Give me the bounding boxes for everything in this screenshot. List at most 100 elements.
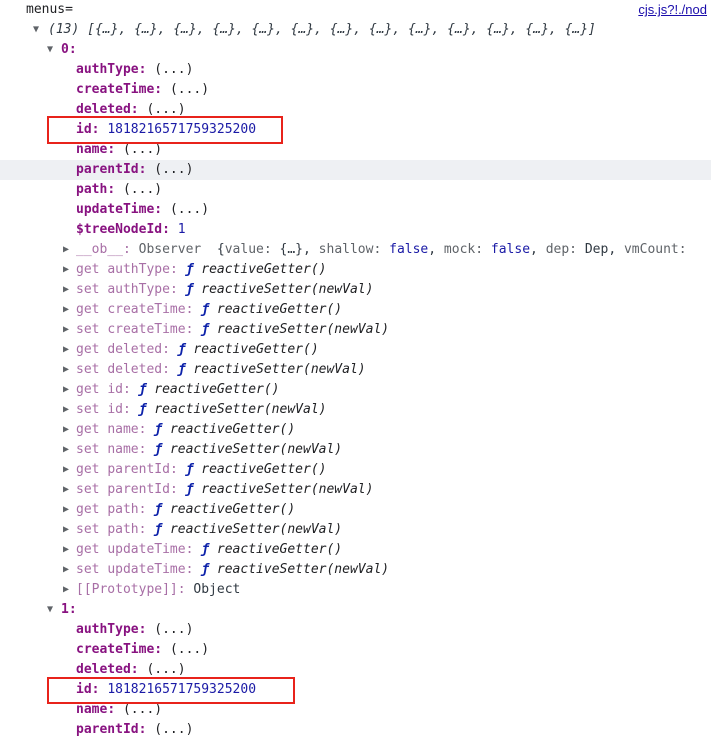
prototype-row[interactable]: ▶ [[Prototype]]: Object xyxy=(0,580,711,600)
property-row-hovered[interactable]: parentId: (...) xyxy=(0,160,711,180)
collapsed-triangle-icon[interactable]: ▶ xyxy=(60,280,72,300)
accessor-function[interactable]: reactiveSetter(newVal) xyxy=(217,562,389,577)
accessor-function[interactable]: reactiveGetter() xyxy=(201,262,326,277)
accessor-function[interactable]: reactiveSetter(newVal) xyxy=(170,522,342,537)
accessor-row[interactable]: ▶ get updateTime: ƒ reactiveGetter() xyxy=(0,540,711,560)
accessor-function[interactable]: reactiveSetter(newVal) xyxy=(201,482,373,497)
accessor-function[interactable]: reactiveGetter() xyxy=(170,422,295,437)
accessor-function[interactable]: reactiveGetter() xyxy=(193,342,318,357)
array-count: (13) xyxy=(48,22,80,37)
accessor-function[interactable]: reactiveSetter(newVal) xyxy=(154,402,326,417)
function-icon: ƒ xyxy=(138,402,147,417)
property-row[interactable]: path: (...) xyxy=(0,180,711,200)
accessor-row[interactable]: ▶ set authType: ƒ reactiveSetter(newVal) xyxy=(0,280,711,300)
function-icon: ƒ xyxy=(177,362,186,377)
collapsed-triangle-icon[interactable]: ▶ xyxy=(60,520,72,540)
collapsed-triangle-icon[interactable]: ▶ xyxy=(60,380,72,400)
function-icon: ƒ xyxy=(185,282,194,297)
observer-type: Observer xyxy=(138,242,202,257)
function-icon: ƒ xyxy=(201,302,210,317)
array-summary-row[interactable]: ▼ (13) [{…}, {…}, {…}, {…}, {…}, {…}, {…… xyxy=(0,20,711,40)
collapsed-triangle-icon[interactable]: ▶ xyxy=(60,420,72,440)
accessor-row[interactable]: ▶ get parentId: ƒ reactiveGetter() xyxy=(0,460,711,480)
property-row[interactable]: authType: (...) xyxy=(0,620,711,640)
accessor-row[interactable]: ▶ get path: ƒ reactiveGetter() xyxy=(0,500,711,520)
collapsed-triangle-icon[interactable]: ▶ xyxy=(60,440,72,460)
property-row[interactable]: authType: (...) xyxy=(0,60,711,80)
collapsed-triangle-icon[interactable]: ▶ xyxy=(60,320,72,340)
lazy-value[interactable]: (...) xyxy=(146,102,185,117)
property-key: name xyxy=(76,702,108,717)
accessor-function[interactable]: reactiveGetter() xyxy=(170,502,295,517)
lazy-value[interactable]: (...) xyxy=(146,662,185,677)
accessor-function[interactable]: reactiveGetter() xyxy=(217,302,342,317)
property-key: updateTime xyxy=(76,202,155,217)
lazy-value[interactable]: (...) xyxy=(154,622,193,637)
accessor-row[interactable]: ▶ get authType: ƒ reactiveGetter() xyxy=(0,260,711,280)
accessor-function[interactable]: reactiveGetter() xyxy=(201,462,326,477)
accessor-row[interactable]: ▶ set updateTime: ƒ reactiveSetter(newVal… xyxy=(0,560,711,580)
property-row[interactable]: updateTime: (...) xyxy=(0,200,711,220)
highlight-box xyxy=(47,116,283,144)
lazy-value[interactable]: (...) xyxy=(154,62,193,77)
property-row[interactable]: createTime: (...) xyxy=(0,80,711,100)
collapsed-triangle-icon[interactable]: ▶ xyxy=(60,560,72,580)
lazy-value[interactable]: (...) xyxy=(170,82,209,97)
collapsed-triangle-icon[interactable]: ▶ xyxy=(60,540,72,560)
accessor-row[interactable]: ▶ set parentId: ƒ reactiveSetter(newVal) xyxy=(0,480,711,500)
lazy-value[interactable]: (...) xyxy=(170,642,209,657)
expand-triangle-icon[interactable]: ▼ xyxy=(30,20,42,40)
accessor-function[interactable]: reactiveSetter(newVal) xyxy=(201,282,373,297)
collapsed-triangle-icon[interactable]: ▶ xyxy=(60,580,72,600)
expand-triangle-icon[interactable]: ▼ xyxy=(44,40,56,60)
collapsed-triangle-icon[interactable]: ▶ xyxy=(60,460,72,480)
accessor-name: createTime xyxy=(107,322,186,337)
collapsed-triangle-icon[interactable]: ▶ xyxy=(60,480,72,500)
accessor-row[interactable]: ▶ set path: ƒ reactiveSetter(newVal) xyxy=(0,520,711,540)
lazy-value[interactable]: (...) xyxy=(123,702,162,717)
accessor-prefix: get xyxy=(76,262,100,277)
property-key: authType xyxy=(76,622,139,637)
accessor-row[interactable]: ▶ get id: ƒ reactiveGetter() xyxy=(0,380,711,400)
collapsed-triangle-icon[interactable]: ▶ xyxy=(60,240,72,260)
array-item-1-row[interactable]: ▼ 1: xyxy=(0,600,711,620)
collapsed-triangle-icon[interactable]: ▶ xyxy=(60,360,72,380)
array-item-0-row[interactable]: ▼ 0: xyxy=(0,40,711,60)
accessor-function[interactable]: reactiveSetter(newVal) xyxy=(217,322,389,337)
lazy-value[interactable]: (...) xyxy=(154,162,193,177)
accessor-row[interactable]: ▶ get createTime: ƒ reactiveGetter() xyxy=(0,300,711,320)
property-row[interactable]: parentId: (...) xyxy=(0,720,711,740)
accessor-prefix: set xyxy=(76,282,100,297)
accessor-prefix: get xyxy=(76,302,100,317)
property-key: createTime xyxy=(76,82,155,97)
function-icon: ƒ xyxy=(154,422,163,437)
accessor-row[interactable]: ▶ set createTime: ƒ reactiveSetter(newVal… xyxy=(0,320,711,340)
accessor-function[interactable]: reactiveGetter() xyxy=(154,382,279,397)
accessor-function[interactable]: reactiveSetter(newVal) xyxy=(193,362,365,377)
prototype-key: [[Prototype]] xyxy=(76,582,178,597)
accessor-function[interactable]: reactiveGetter() xyxy=(217,542,342,557)
accessor-row[interactable]: ▶ set name: ƒ reactiveSetter(newVal) xyxy=(0,440,711,460)
collapsed-triangle-icon[interactable]: ▶ xyxy=(60,400,72,420)
collapsed-triangle-icon[interactable]: ▶ xyxy=(60,500,72,520)
accessor-row[interactable]: ▶ set deleted: ƒ reactiveSetter(newVal) xyxy=(0,360,711,380)
lazy-value[interactable]: (...) xyxy=(170,202,209,217)
lazy-value[interactable]: (...) xyxy=(123,182,162,197)
collapsed-triangle-icon[interactable]: ▶ xyxy=(60,340,72,360)
accessor-name: deleted xyxy=(107,362,163,377)
collapsed-triangle-icon[interactable]: ▶ xyxy=(60,300,72,320)
lazy-value[interactable]: (...) xyxy=(154,722,193,737)
accessor-function[interactable]: reactiveSetter(newVal) xyxy=(170,442,342,457)
accessor-row[interactable]: ▶ set id: ƒ reactiveSetter(newVal) xyxy=(0,400,711,420)
observer-row[interactable]: ▶ __ob__: Observer {value: {…}, shallow:… xyxy=(0,240,711,260)
lazy-value[interactable]: (...) xyxy=(123,142,162,157)
property-row[interactable]: $treeNodeId: 1 xyxy=(0,220,711,240)
accessor-prefix: set xyxy=(76,402,100,417)
accessor-row[interactable]: ▶ get deleted: ƒ reactiveGetter() xyxy=(0,340,711,360)
collapsed-triangle-icon[interactable]: ▶ xyxy=(60,260,72,280)
property-row[interactable]: createTime: (...) xyxy=(0,640,711,660)
expand-triangle-icon[interactable]: ▼ xyxy=(44,600,56,620)
source-link[interactable]: cjs.js?!./nod xyxy=(638,0,707,20)
accessor-row[interactable]: ▶ get name: ƒ reactiveGetter() xyxy=(0,420,711,440)
property-key: $treeNodeId xyxy=(76,222,163,237)
